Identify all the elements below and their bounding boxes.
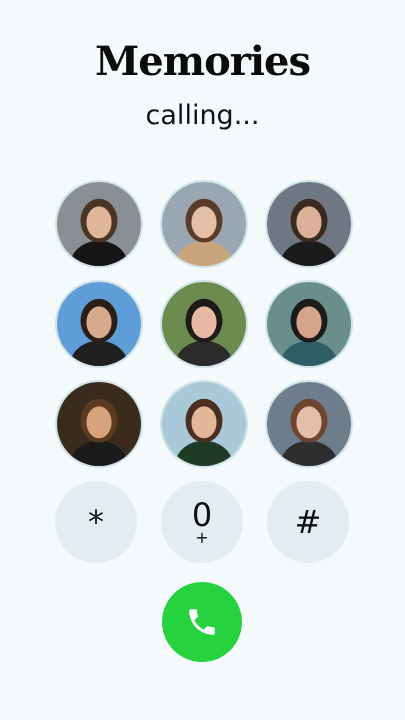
photo-woman-coffee-icon [57,182,141,266]
phone-icon [189,609,215,635]
photo-woman-portrait-icon [267,382,351,466]
photo-eiffel-tower-icon [57,282,141,366]
key-zero-plus-label: + [195,528,209,547]
call-status: calling... [145,100,260,131]
key-hash-label: # [294,503,322,541]
keypad-row: * 0 + # [55,481,355,563]
photo-woman-night-lights-icon [57,382,141,466]
photo-woman-fur-coat-icon [162,182,246,266]
key-zero[interactable]: 0 + [161,481,243,563]
key-zero-label: 0 [191,496,213,534]
photo-woman-bouquet-icon [267,182,351,266]
photo-button-3[interactable] [265,180,353,268]
key-star[interactable]: * [55,481,137,563]
photo-button-6[interactable] [265,280,353,368]
photo-button-1[interactable] [55,180,143,268]
photo-button-8[interactable] [160,380,248,468]
photo-woman-camera-icon [267,282,351,366]
photo-woman-bob-hair-icon [162,382,246,466]
photo-button-2[interactable] [160,180,248,268]
photo-button-9[interactable] [265,380,353,468]
photo-button-4[interactable] [55,280,143,368]
key-hash[interactable]: # [267,481,349,563]
call-button[interactable] [162,582,242,662]
photo-button-5[interactable] [160,280,248,368]
photo-button-7[interactable] [55,380,143,468]
photo-grid [55,180,355,468]
photo-woman-headband-icon [162,282,246,366]
page-title: Memories [95,38,311,85]
key-star-label: * [88,503,104,541]
